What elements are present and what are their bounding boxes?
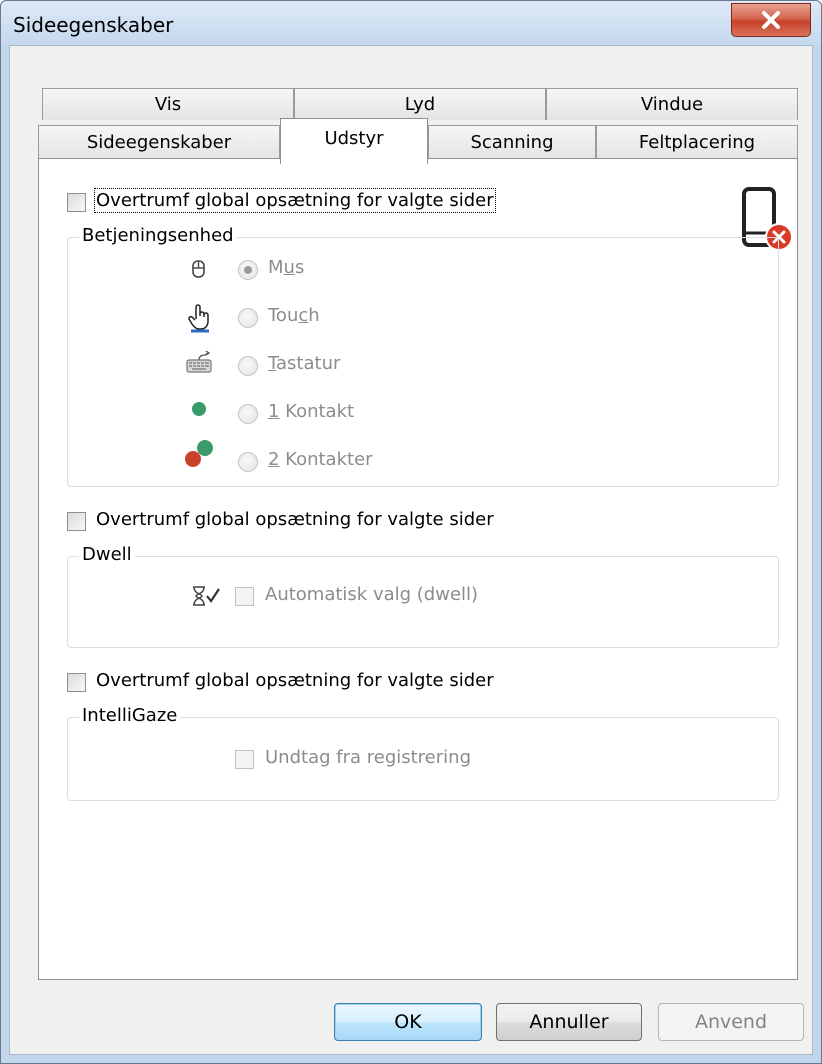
tab-label: Udstyr	[324, 128, 384, 149]
tab-label: Sideegenskaber	[86, 132, 232, 153]
override-intelligaze-checkbox[interactable]	[67, 673, 86, 692]
tab-scanning[interactable]: Scanning	[428, 125, 596, 159]
label-touch[interactable]: Touch	[268, 305, 320, 326]
group-title-betjeningsenhed: Betjeningsenhed	[79, 225, 237, 246]
tab-label: Feltplacering	[638, 132, 756, 153]
radio-touch[interactable]	[238, 308, 258, 328]
mouse-icon	[192, 260, 205, 278]
override-intelligaze-label[interactable]: Overtrumf global opsætning for valgte si…	[96, 670, 494, 691]
exclude-registration-label[interactable]: Undtag fra registrering	[265, 747, 471, 768]
keyboard-icon	[186, 350, 212, 373]
override-dwell-checkbox[interactable]	[67, 512, 86, 531]
override-dwell-label[interactable]: Overtrumf global opsætning for valgte si…	[96, 509, 494, 530]
radio-2-kontakter[interactable]	[238, 452, 258, 472]
radio-tastatur[interactable]	[238, 356, 258, 376]
touch-hand-icon	[188, 304, 209, 333]
one-switch-icon	[192, 402, 206, 416]
radio-1-kontakt[interactable]	[238, 404, 258, 424]
two-switches-icon	[185, 440, 213, 467]
close-button[interactable]	[731, 3, 811, 37]
tab-vindue[interactable]: Vindue	[546, 88, 798, 120]
tab-panel-udstyr: Overtrumf global opsætning for valgte si…	[38, 158, 798, 980]
override-device-checkbox[interactable]	[67, 193, 86, 212]
ok-button-label: OK	[394, 1011, 422, 1033]
label-mus[interactable]: Mus	[268, 257, 304, 278]
hourglass-check-icon	[193, 586, 220, 606]
tab-label: Lyd	[404, 94, 436, 115]
window-title: Sideegenskaber	[13, 13, 174, 37]
apply-button[interactable]: Anvend	[658, 1003, 804, 1041]
auto-select-dwell-label[interactable]: Automatisk valg (dwell)	[265, 584, 478, 605]
auto-select-dwell-checkbox[interactable]	[235, 587, 254, 606]
cancel-button-label: Annuller	[529, 1011, 609, 1033]
tab-label: Vis	[154, 94, 182, 115]
tab-label: Vindue	[640, 94, 704, 115]
ok-button[interactable]: OK	[334, 1003, 482, 1041]
tab-lyd[interactable]: Lyd	[294, 88, 546, 120]
group-betjeningsenhed	[67, 237, 779, 487]
exclude-registration-checkbox[interactable]	[235, 750, 254, 769]
tab-feltplacering[interactable]: Feltplacering	[596, 125, 798, 159]
group-title-intelligaze: IntelliGaze	[79, 705, 181, 726]
tab-vis[interactable]: Vis	[42, 88, 294, 120]
group-title-dwell: Dwell	[79, 544, 135, 565]
apply-button-label: Anvend	[694, 1011, 768, 1033]
tab-udstyr[interactable]: Udstyr	[280, 118, 428, 164]
label-1-kontakt[interactable]: 1 Kontakt	[268, 401, 354, 422]
tab-sideegenskaber[interactable]: Sideegenskaber	[38, 125, 280, 159]
tab-label: Scanning	[470, 132, 554, 153]
label-2-kontakter[interactable]: 2 Kontakter	[268, 449, 373, 470]
title-bar[interactable]: Sideegenskaber	[1, 1, 821, 45]
label-tastatur[interactable]: Tastatur	[268, 353, 340, 374]
override-device-label[interactable]: Overtrumf global opsætning for valgte si…	[94, 188, 496, 213]
close-icon	[762, 11, 780, 29]
cancel-button[interactable]: Annuller	[496, 1003, 642, 1041]
radio-mus[interactable]	[238, 260, 258, 280]
